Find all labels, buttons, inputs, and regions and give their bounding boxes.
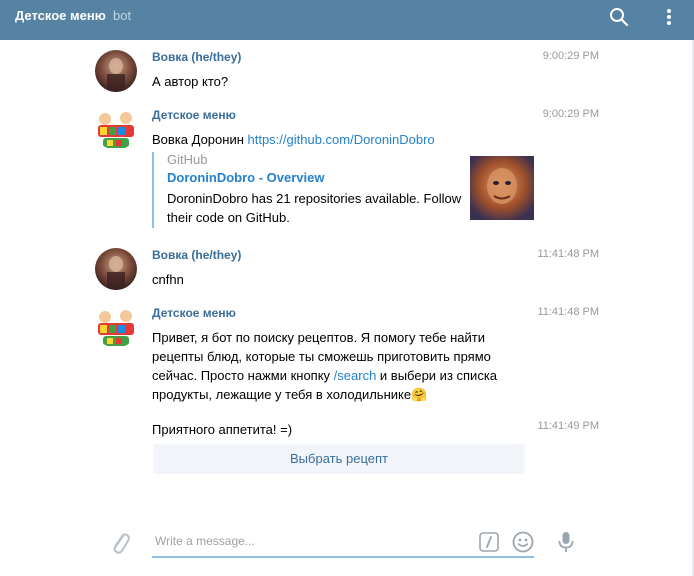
message-time: 9:00:29 PM	[542, 108, 599, 120]
link-preview[interactable]: GitHub DoroninDobro - Overview DoroninDo…	[152, 152, 534, 228]
message-text: cnfhn	[152, 272, 184, 287]
chat-header: Детское меню bot	[0, 0, 694, 40]
message-author[interactable]: Вовка (he/they)	[152, 248, 241, 262]
message: Детское меню 9:00:29 PM Вовка Доронин ht…	[95, 108, 605, 228]
search-icon[interactable]	[608, 6, 630, 28]
avatar[interactable]	[95, 50, 137, 92]
preview-site: GitHub	[167, 152, 208, 167]
message-input-wrapper	[152, 528, 534, 558]
message: Детское меню 11:41:48 PM Привет, я бот п…	[95, 306, 605, 406]
message-author[interactable]: Детское меню	[152, 108, 236, 122]
preview-title[interactable]: DoroninDobro - Overview	[167, 170, 324, 186]
message-author[interactable]: Вовка (he/they)	[152, 50, 241, 64]
chat-subtitle: bot	[113, 8, 132, 23]
bot-command-link[interactable]: /search	[334, 368, 377, 383]
message: 11:41:49 PM Приятного аппетита! =)	[95, 420, 605, 444]
message: Вовка (he/they) 9:00:29 PM А автор кто?	[95, 50, 605, 100]
message-time: 11:41:48 PM	[537, 248, 599, 260]
message-input[interactable]	[152, 530, 462, 552]
avatar[interactable]	[95, 248, 137, 290]
chat-title[interactable]: Детское меню	[15, 8, 106, 24]
preview-description: DoroninDobro has 21 repositories availab…	[167, 191, 462, 225]
message-history[interactable]: Вовка (he/they) 9:00:29 PM А автор кто? …	[0, 40, 692, 576]
microphone-icon[interactable]	[556, 530, 576, 554]
message: Вовка (he/they) 11:41:48 PM cnfhn	[95, 248, 605, 298]
more-vertical-icon[interactable]	[659, 6, 679, 30]
keyboard-button-choose-recipe[interactable]: Выбрать рецепт	[153, 444, 525, 474]
message-time: 9:00:29 PM	[542, 50, 599, 62]
bot-avatar[interactable]	[95, 306, 137, 348]
message-time: 11:41:48 PM	[537, 306, 599, 318]
bot-command-icon[interactable]	[479, 532, 499, 552]
message-text-prefix: Вовка Доронин	[152, 132, 248, 147]
message-text: А автор кто?	[152, 74, 229, 89]
message-author[interactable]: Детское меню	[152, 306, 236, 320]
message-link[interactable]: https://github.com/DoroninDobro	[248, 132, 435, 147]
emoji-icon[interactable]	[512, 531, 534, 553]
bot-avatar[interactable]	[95, 108, 137, 150]
message-time: 11:41:49 PM	[537, 420, 599, 432]
message-text: Вовка Доронин https://github.com/Doronin…	[152, 130, 572, 149]
message-text: Привет, я бот по поиску рецептов. Я помо…	[152, 328, 502, 404]
preview-image[interactable]	[470, 156, 534, 220]
message-text: Приятного аппетита! =)	[152, 422, 293, 437]
attach-icon[interactable]	[108, 528, 130, 556]
